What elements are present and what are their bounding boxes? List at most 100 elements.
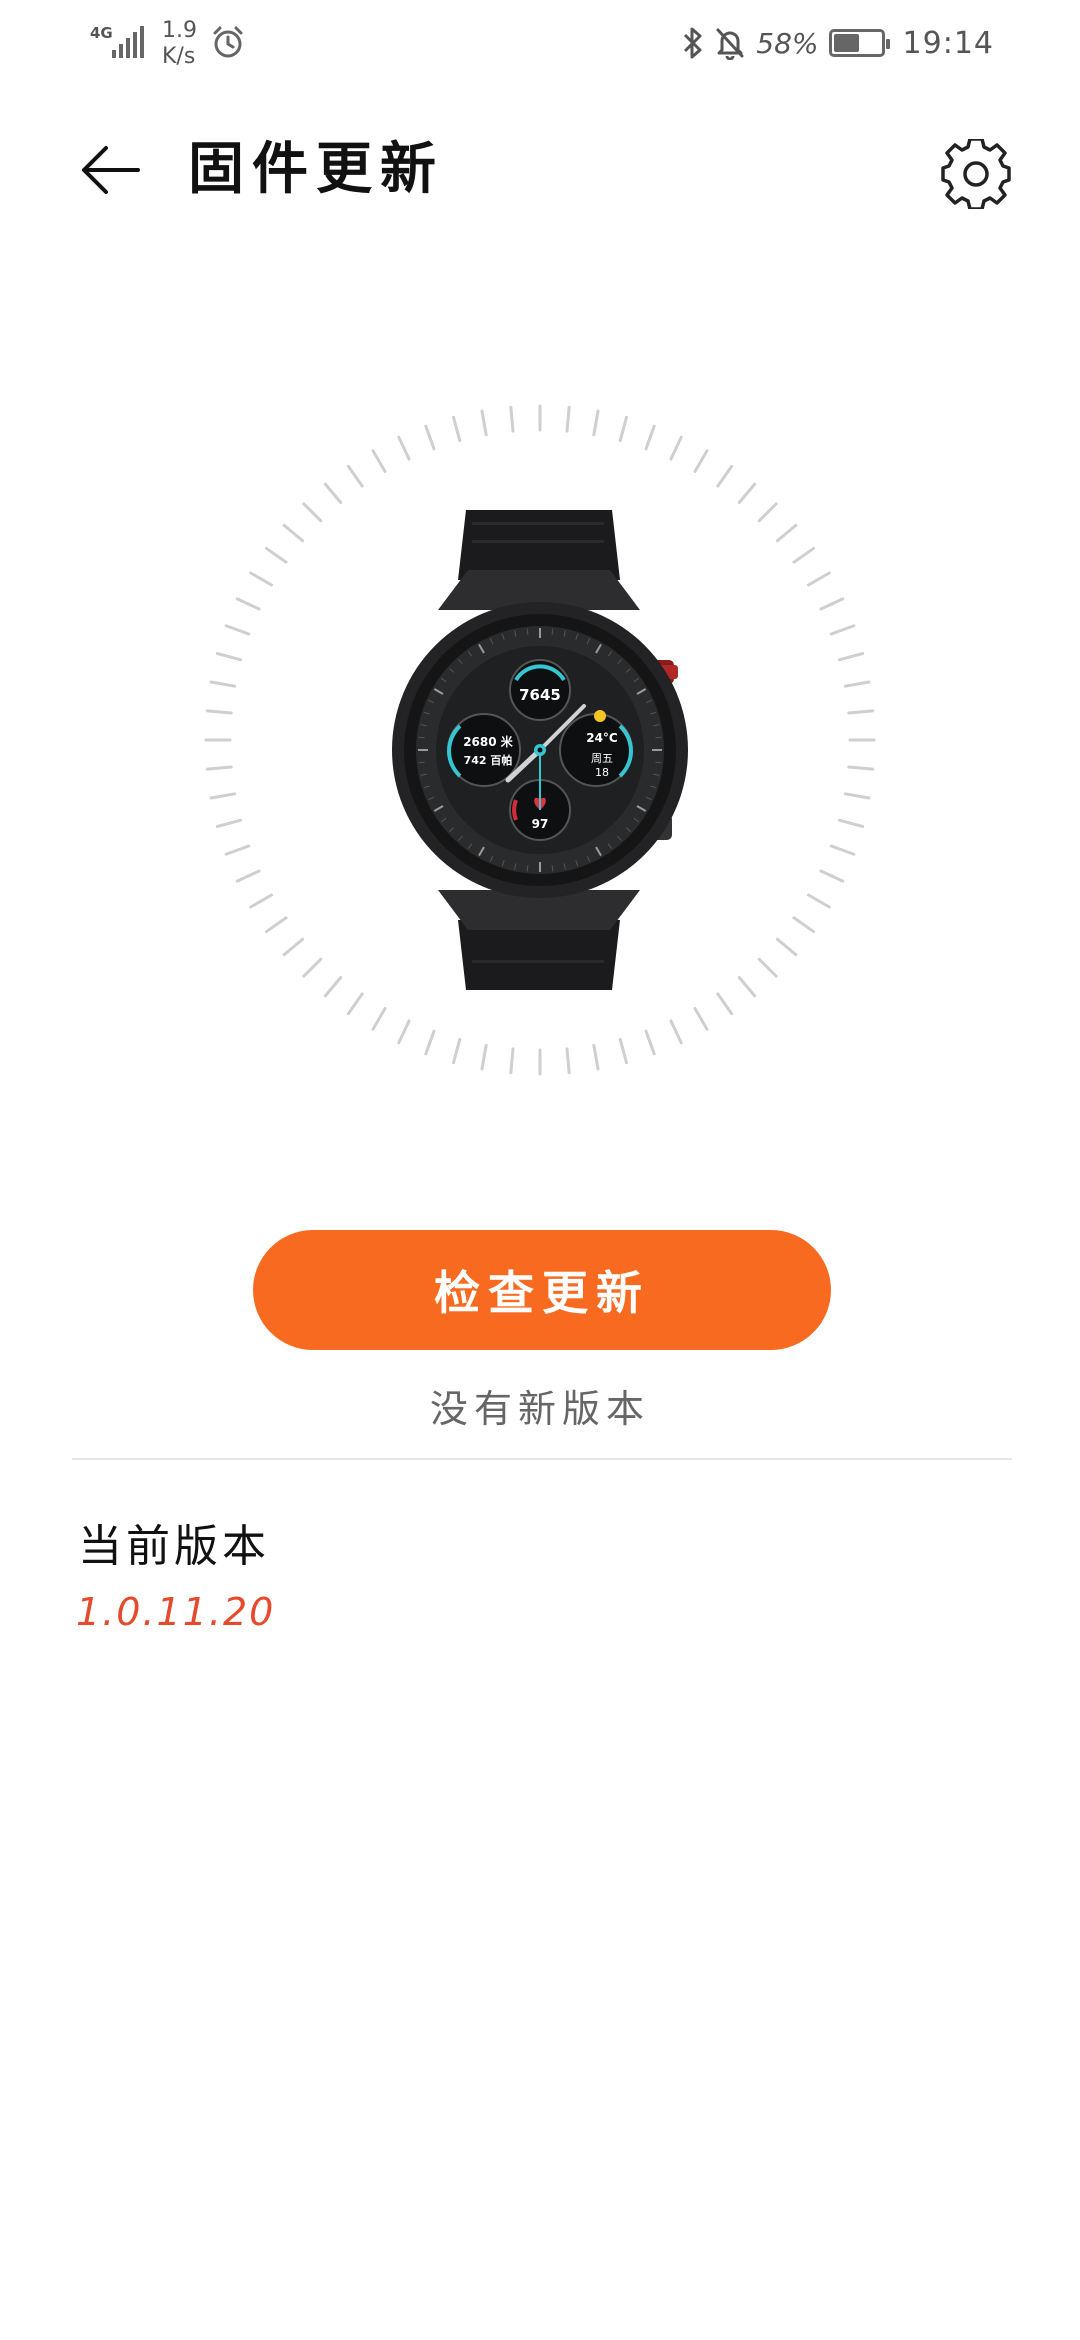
watch-day: 周五 <box>591 752 613 765</box>
tick-mark <box>397 435 411 461</box>
network-speed-value: 1.9 <box>162 18 197 43</box>
tick-mark <box>819 597 845 611</box>
network-speed-unit: K/s <box>162 44 196 69</box>
watch-steps: 7645 <box>519 686 561 704</box>
tick-mark <box>323 482 343 505</box>
tick-mark <box>716 992 734 1016</box>
watch-temperature: 24°C <box>586 731 618 745</box>
tick-mark <box>215 652 243 662</box>
settings-button[interactable] <box>936 134 1016 214</box>
alarm-icon <box>213 26 243 58</box>
status-bar: 4G 1.9 K/s 58% 19:14 <box>0 0 1080 84</box>
tick-mark <box>424 424 436 451</box>
tick-mark <box>847 709 875 715</box>
watch-distance: 2680 米 <box>463 734 514 749</box>
bezel-mark <box>526 865 529 872</box>
tick-mark <box>592 1043 600 1071</box>
battery-fill <box>833 34 859 52</box>
tick-mark <box>424 1029 436 1056</box>
tick-mark <box>323 975 343 998</box>
tick-mark <box>644 424 656 451</box>
tick-mark <box>209 680 237 688</box>
network-speed: 1.9 K/s <box>162 18 212 70</box>
tick-mark <box>509 405 515 433</box>
tick-mark <box>806 571 831 587</box>
bezel-mark <box>418 761 425 764</box>
divider <box>72 1458 1012 1460</box>
tick-mark <box>215 818 243 828</box>
tick-mark <box>205 765 233 771</box>
tick-mark <box>209 792 237 800</box>
back-arrow-icon <box>82 146 140 194</box>
tick-mark <box>480 409 488 437</box>
status-bar-right: 58% 19:14 <box>682 18 994 68</box>
bezel-mark <box>655 736 662 739</box>
tick-mark <box>205 709 233 715</box>
tick-mark <box>737 482 757 505</box>
tick-mark <box>592 409 600 437</box>
tick-mark <box>644 1029 656 1056</box>
tick-mark <box>249 893 274 909</box>
update-status-text: 没有新版本 <box>429 1387 650 1431</box>
tick-mark <box>843 792 871 800</box>
tick-mark <box>480 1043 488 1071</box>
tick-mark <box>452 415 462 443</box>
tick-mark <box>837 818 865 828</box>
title-bar: 固件更新 <box>0 110 1080 230</box>
tick-mark <box>669 1019 683 1045</box>
status-time: 19:14 <box>902 25 994 61</box>
tick-mark <box>829 624 856 636</box>
current-version-label: 当前版本 <box>78 1521 270 1572</box>
tick-mark <box>618 415 628 443</box>
tick-mark <box>371 1006 387 1031</box>
bezel-mark <box>551 628 554 635</box>
tick-mark <box>829 844 856 856</box>
tick-mark <box>737 975 757 998</box>
tick-mark <box>693 449 709 474</box>
bezel-mark <box>655 761 662 764</box>
bluetooth-icon <box>684 27 702 59</box>
tick-mark <box>792 916 816 934</box>
tick-mark <box>235 869 261 883</box>
bezel-mark <box>551 865 554 872</box>
tick-mark <box>235 597 261 611</box>
page-title: 固件更新 <box>188 137 444 202</box>
watch-calories: 742 百帕 <box>464 753 513 767</box>
gear-icon <box>941 139 1011 209</box>
tick-mark <box>452 1037 462 1065</box>
watch-date: 18 <box>595 766 609 779</box>
tick-mark <box>302 502 323 523</box>
signal-icon <box>112 26 144 58</box>
back-button[interactable] <box>70 130 150 210</box>
watch-heart-rate: 97 <box>532 817 549 831</box>
tick-mark <box>837 652 865 662</box>
tick-mark <box>806 893 831 909</box>
tick-mark <box>716 464 734 488</box>
tick-mark <box>397 1019 411 1045</box>
tick-mark <box>264 546 288 564</box>
tick-mark <box>669 435 683 461</box>
current-version-value: 1.0.11.20 <box>76 1590 276 1634</box>
check-update-button[interactable]: 检查更新 <box>253 1230 831 1350</box>
tick-mark <box>757 502 778 523</box>
bezel-mark <box>418 736 425 739</box>
tick-mark <box>693 1006 709 1031</box>
tick-mark <box>371 449 387 474</box>
tick-mark <box>302 957 323 978</box>
tick-mark <box>565 1047 571 1075</box>
tick-mark <box>843 680 871 688</box>
tick-mark <box>757 957 778 978</box>
tick-mark <box>249 571 274 587</box>
tick-mark <box>819 869 845 883</box>
tick-mark <box>224 624 251 636</box>
tick-mark <box>346 992 364 1016</box>
tick-mark <box>282 523 305 543</box>
tick-mark <box>775 937 798 957</box>
tick-mark <box>565 405 571 433</box>
watch-hero: 7645 2680 米 742 百帕 24°C 周五 18 97 <box>190 390 890 1090</box>
tick-mark <box>509 1047 515 1075</box>
tick-mark <box>224 844 251 856</box>
battery-icon <box>828 29 890 57</box>
tick-mark <box>346 464 364 488</box>
tick-mark <box>775 523 798 543</box>
